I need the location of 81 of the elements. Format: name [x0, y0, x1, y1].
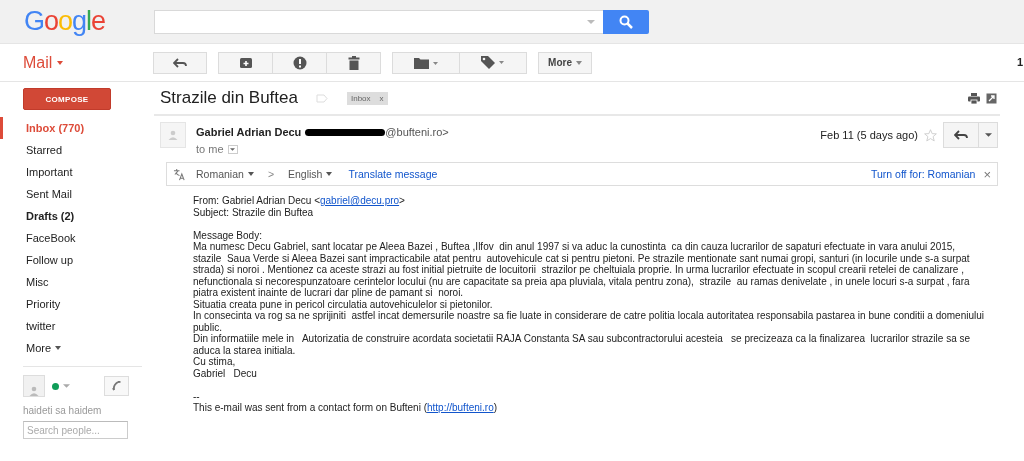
move-to-button[interactable] — [392, 51, 460, 74]
folder-item[interactable]: Important — [0, 161, 154, 183]
body-text-line: In consecinta va rog sa ne sprijiniti astfel incat demersurile noastre sa fie luate in considerare de catre politia locala autoritatea responsabila pastarea in bune conditii a domeniului — [193, 310, 985, 322]
body-text-line: Situatia creata pune in pericol circulatia autovehiculelor si pietonilor. — [193, 298, 494, 310]
recipient-text: to me — [196, 143, 224, 155]
body-text-line: Gabriel Decu — [193, 367, 258, 379]
compose-button[interactable]: COMPOSE — [23, 88, 111, 110]
folder-item[interactable]: Drafts (2) — [0, 205, 154, 227]
email-link[interactable]: gabriel@decu.pro — [320, 195, 400, 206]
report-spam-button[interactable] — [272, 51, 327, 74]
labels-button[interactable] — [459, 51, 527, 74]
from-line: From: Gabriel Adrian Decu <gabriel@decu.pro> — [193, 195, 406, 207]
body-heading: Message Body: — [193, 229, 263, 241]
reply-button[interactable] — [153, 51, 207, 74]
call-button[interactable] — [104, 376, 129, 396]
caret-icon — [984, 133, 992, 137]
body-text-line: piatra existent inainte de lucrari dar pline de pamant si noroi. — [193, 287, 465, 299]
remove-label-button[interactable]: x — [379, 93, 384, 103]
body-text-line: strada) si noroi . Mentionez ca aceste strazi au fost initial pietruite de locuitorii strazilor pe cheltuiala proprie. In urma lucrarilor efectuate in scopul crearii retelei de canalizare , — [193, 264, 965, 276]
body-text-line: Ma numesc Decu Gabriel, sant locatar pe Aleea Bazei , Buftea ,Ilfov din anul 1997 si va aduc la cunostinta ca din cauza lucrarilor de sapaturi efectuate in vara anului 2015, — [193, 241, 957, 253]
subject-line: Subject: Strazile din Buftea — [193, 206, 315, 218]
search-button[interactable] — [603, 9, 649, 34]
folder-icon — [414, 56, 438, 69]
source-language-dropdown[interactable]: Romanian — [196, 168, 254, 180]
person-icon — [29, 386, 39, 396]
close-button[interactable]: × — [983, 166, 991, 182]
new-window-icon — [986, 92, 997, 104]
body-text-line: Cu stima, — [193, 356, 237, 368]
mail-menu[interactable]: Mail — [0, 53, 154, 72]
signature-separator: -- — [193, 390, 201, 402]
folder-item[interactable]: Follow up — [0, 249, 154, 271]
importance-marker-icon — [315, 93, 328, 103]
folder-item[interactable]: FaceBook — [0, 227, 154, 249]
caret-icon — [587, 19, 595, 24]
phone-icon — [111, 381, 122, 391]
body-text-line: Din informatiile mele in Autorizatia de construire acordata societatii RAJA Constanta SA sau subcontractorului acesteia se precizeaza ca la finalizarea lucrarilor strazile sa se — [193, 333, 972, 345]
turn-off-link[interactable]: Turn off for: Romanian — [870, 168, 976, 180]
folder-item[interactable]: More — [0, 337, 154, 359]
website-link[interactable]: http://bufteni.ro — [427, 402, 494, 413]
footer-line: This e-mail was sent from a contact form on Bufteni (http://bufteni.ro) — [193, 402, 499, 414]
folder-item[interactable]: Inbox (770) — [0, 117, 154, 139]
label-chip[interactable]: Inbox x — [346, 91, 388, 105]
email-subject: Strazile din Buftea — [160, 88, 298, 108]
body-text-line: stazile Saua Verde si Aleea Bazei sant impracticabile atat pentru autovehicule cat si pentru pietoni. Pe strazile mentionate sant numai gropi, santuri (in locurile unde s-a surpat — [193, 252, 971, 264]
caret-icon — [63, 384, 70, 388]
translate-link[interactable]: Translate message — [348, 168, 438, 180]
archive-button[interactable] — [218, 51, 273, 74]
people-search-field[interactable]: Search people... — [23, 421, 128, 439]
body-text-line: nefunctionala si necorespunzatoare cerintelor locului (nu are capacitate sa preia apa pluviala, vitala pentru zona), strazile au ramas denivelate , in unele locuri s-a surpat , fara — [193, 275, 971, 287]
caret-icon — [230, 147, 235, 151]
printer-icon — [968, 92, 980, 104]
page-counter: 1 — [1016, 56, 1023, 68]
body-text-line: aduca la starea initiala. — [193, 344, 297, 356]
reply-arrow-icon — [954, 130, 968, 140]
folder-item[interactable]: Priority — [0, 293, 154, 315]
message-date: Feb 11 (5 days ago) — [820, 129, 918, 141]
more-button[interactable]: More — [538, 51, 592, 74]
status-dot[interactable] — [52, 382, 59, 390]
star-icon[interactable] — [924, 128, 937, 142]
folder-item[interactable]: Starred — [0, 139, 154, 161]
body-text-line: public. — [193, 321, 223, 333]
folder-item[interactable]: twitter — [0, 315, 154, 337]
arrow-text: > — [267, 168, 274, 180]
search-icon — [619, 14, 633, 29]
sender-email: @bufteni.ro> — [385, 126, 449, 138]
search-field[interactable] — [154, 9, 603, 34]
target-language-dropdown[interactable]: English — [288, 168, 333, 180]
translate-icon — [173, 167, 186, 181]
person-icon — [168, 130, 178, 140]
reply-arrow-icon — [173, 57, 187, 68]
delete-button[interactable] — [326, 51, 381, 74]
archive-box-icon — [238, 56, 253, 69]
folder-item[interactable]: Misc — [0, 271, 154, 293]
details-toggle[interactable] — [227, 144, 238, 154]
trash-icon — [347, 55, 360, 70]
chat-username: haideti sa haidem — [23, 405, 103, 416]
exclamation-icon — [292, 55, 307, 70]
folder-item[interactable]: Sent Mail — [0, 183, 154, 205]
tag-icon — [481, 56, 505, 69]
sender-name: Gabriel Adrian Decu — [196, 126, 302, 138]
google-logo: Google — [23, 6, 107, 37]
